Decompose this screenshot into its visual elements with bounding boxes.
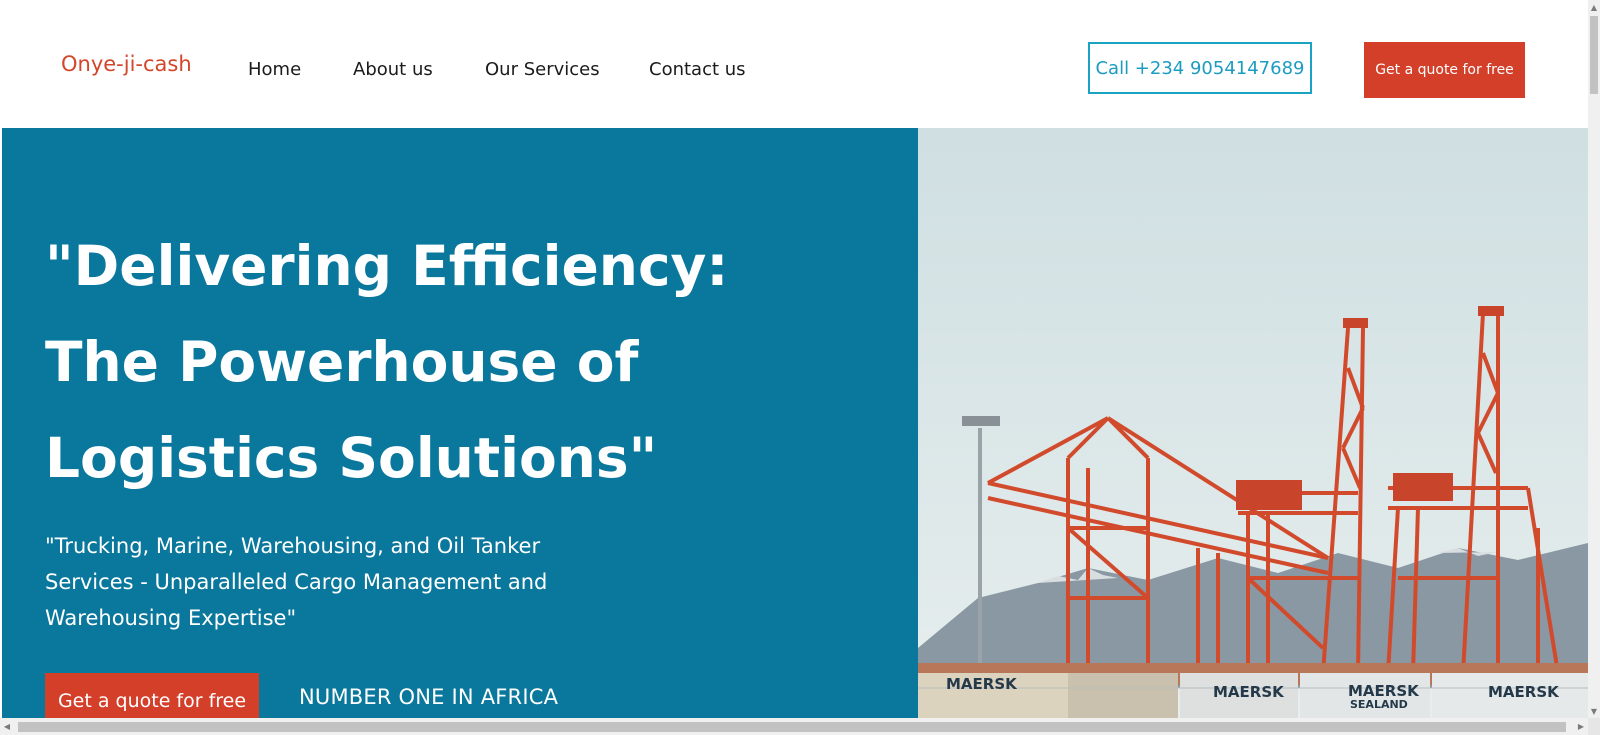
hero-title-line-3: Logistics Solutions" (45, 426, 658, 490)
nav-contact-us[interactable]: Contact us (649, 59, 746, 80)
nav-our-services[interactable]: Our Services (485, 59, 600, 80)
scroll-left-arrow-icon[interactable]: ◀ (0, 718, 14, 735)
get-quote-header-button[interactable]: Get a quote for free (1364, 42, 1525, 98)
vertical-scroll-thumb[interactable] (1590, 16, 1598, 94)
port-cranes-illustration: MAERSK MAERSK MAERSK SEALAND MAERSK (918, 128, 1588, 718)
get-quote-hero-button[interactable]: Get a quote for free (45, 673, 259, 718)
hero-title-line-2: The Powerhouse of (45, 330, 639, 394)
horizontal-scrollbar[interactable]: ◀ ▶ (0, 718, 1588, 735)
hero-title-line-1: "Delivering Efficiency: (45, 234, 729, 298)
hero-title: "Delivering Efficiency: The Powerhouse o… (45, 218, 805, 506)
container-label: SEALAND (1350, 698, 1408, 711)
vertical-scrollbar[interactable]: ▲ ▼ (1588, 0, 1600, 718)
scroll-up-arrow-icon[interactable]: ▲ (1588, 0, 1600, 14)
horizontal-scroll-thumb[interactable] (18, 722, 1566, 732)
container-label: MAERSK (1213, 683, 1285, 701)
container-label: MAERSK (946, 675, 1018, 693)
nav-about-us[interactable]: About us (353, 59, 433, 80)
scroll-right-arrow-icon[interactable]: ▶ (1574, 718, 1588, 735)
hero-photo-port-cranes: MAERSK MAERSK MAERSK SEALAND MAERSK (918, 128, 1588, 718)
hero-subtitle: "Trucking, Marine, Warehousing, and Oil … (45, 534, 548, 630)
scroll-down-arrow-icon[interactable]: ▼ (1588, 704, 1600, 718)
hero-section: "Delivering Efficiency: The Powerhouse o… (2, 128, 918, 718)
site-logo[interactable]: Onye-ji-cash (61, 52, 192, 76)
page: Onye-ji-cash Home About us Our Services … (0, 0, 1588, 718)
container-label: MAERSK (1488, 683, 1560, 701)
site-header: Onye-ji-cash Home About us Our Services … (0, 0, 1588, 128)
hero-tagline: NUMBER ONE IN AFRICA (299, 685, 559, 709)
call-button[interactable]: Call +234 9054147689 (1088, 42, 1312, 94)
nav-home[interactable]: Home (248, 59, 301, 80)
scrollbar-corner (1588, 718, 1600, 735)
